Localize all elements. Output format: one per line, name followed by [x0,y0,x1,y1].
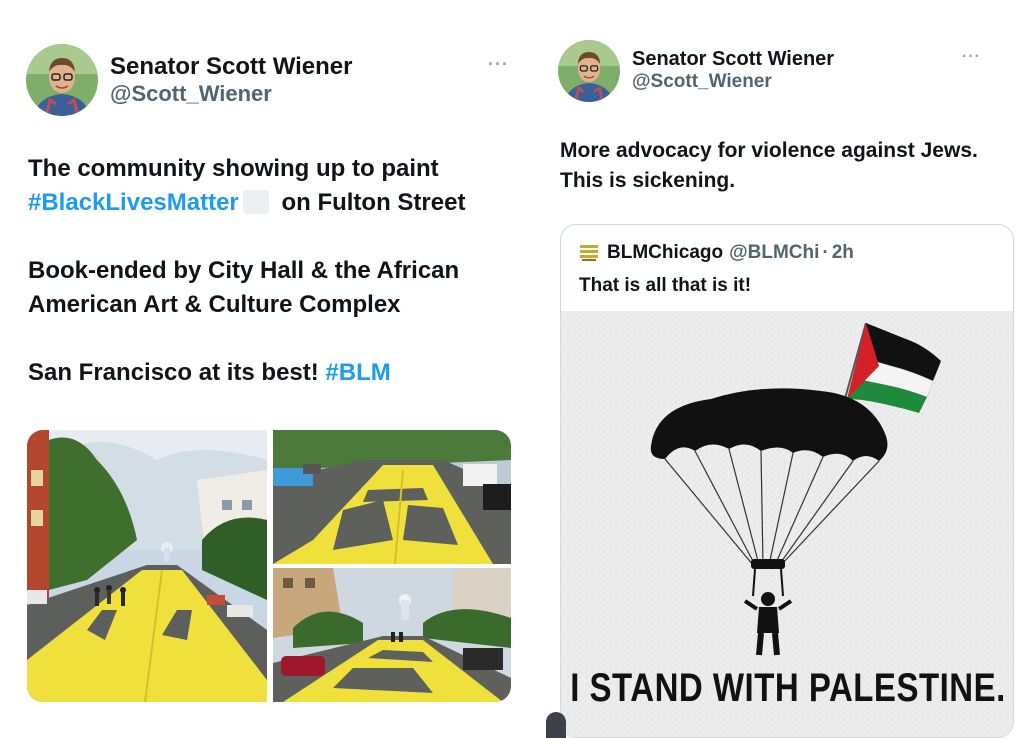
scrollbar-handle[interactable] [546,712,566,738]
avatar[interactable] [26,44,98,116]
quoted-image[interactable]: I STAND WITH PALESTINE. [561,311,1013,737]
paragraph-1: The community showing up to paint #Black… [28,152,523,220]
paragraph-3: San Francisco at its best! #BLM [28,356,523,390]
quoted-tweet[interactable]: BLMChicago @BLMChi · 2h That is all that… [560,224,1014,738]
text-segment: The community showing up to paint [28,155,439,182]
handle[interactable]: @Scott_Wiener [110,81,353,107]
avatar[interactable] [558,40,620,102]
tweet-left: Senator Scott Wiener @Scott_Wiener ··· T… [0,0,530,738]
hashtag-link[interactable]: #BLM [325,359,390,386]
emoji-icon [242,190,269,215]
tweet-right: Senator Scott Wiener @Scott_Wiener ··· M… [530,0,1024,738]
tweet-header: Senator Scott Wiener @Scott_Wiener [26,44,353,116]
poster-caption: I STAND WITH PALESTINE. [570,665,1006,710]
hashtag-link[interactable]: #BlackLivesMatter [28,189,239,216]
blm-logo-icon [579,243,599,263]
paragraph-2: Book-ended by City Hall & the African Am… [28,257,460,319]
separator-dot: · [822,242,829,263]
street-mural-photo[interactable] [27,430,267,702]
tweet-header: Senator Scott Wiener @Scott_Wiener [558,40,834,102]
tweet-text: The community showing up to paint #Black… [28,152,523,424]
text-segment: on Fulton Street [274,189,466,217]
street-mural-photo[interactable] [273,568,511,702]
street-mural-photo[interactable] [273,430,511,564]
photo-grid [27,430,511,702]
tweet-text: More advocacy for violence against Jews.… [560,139,978,193]
quoted-tweet-header: BLMChicago @BLMChi · 2h [579,242,854,264]
more-icon[interactable]: ··· [488,54,509,75]
display-name[interactable]: Senator Scott Wiener [110,53,353,81]
quoted-tweet-text: That is all that is it! [579,275,752,296]
quoted-timestamp[interactable]: 2h [832,242,854,264]
text-segment: San Francisco at its best! [28,359,326,387]
quoted-display-name[interactable]: BLMChicago [607,242,723,264]
display-name[interactable]: Senator Scott Wiener [632,48,834,71]
handle[interactable]: @Scott_Wiener [632,71,834,94]
more-icon[interactable]: ··· [962,48,981,66]
quoted-handle[interactable]: @BLMChi [729,242,819,264]
